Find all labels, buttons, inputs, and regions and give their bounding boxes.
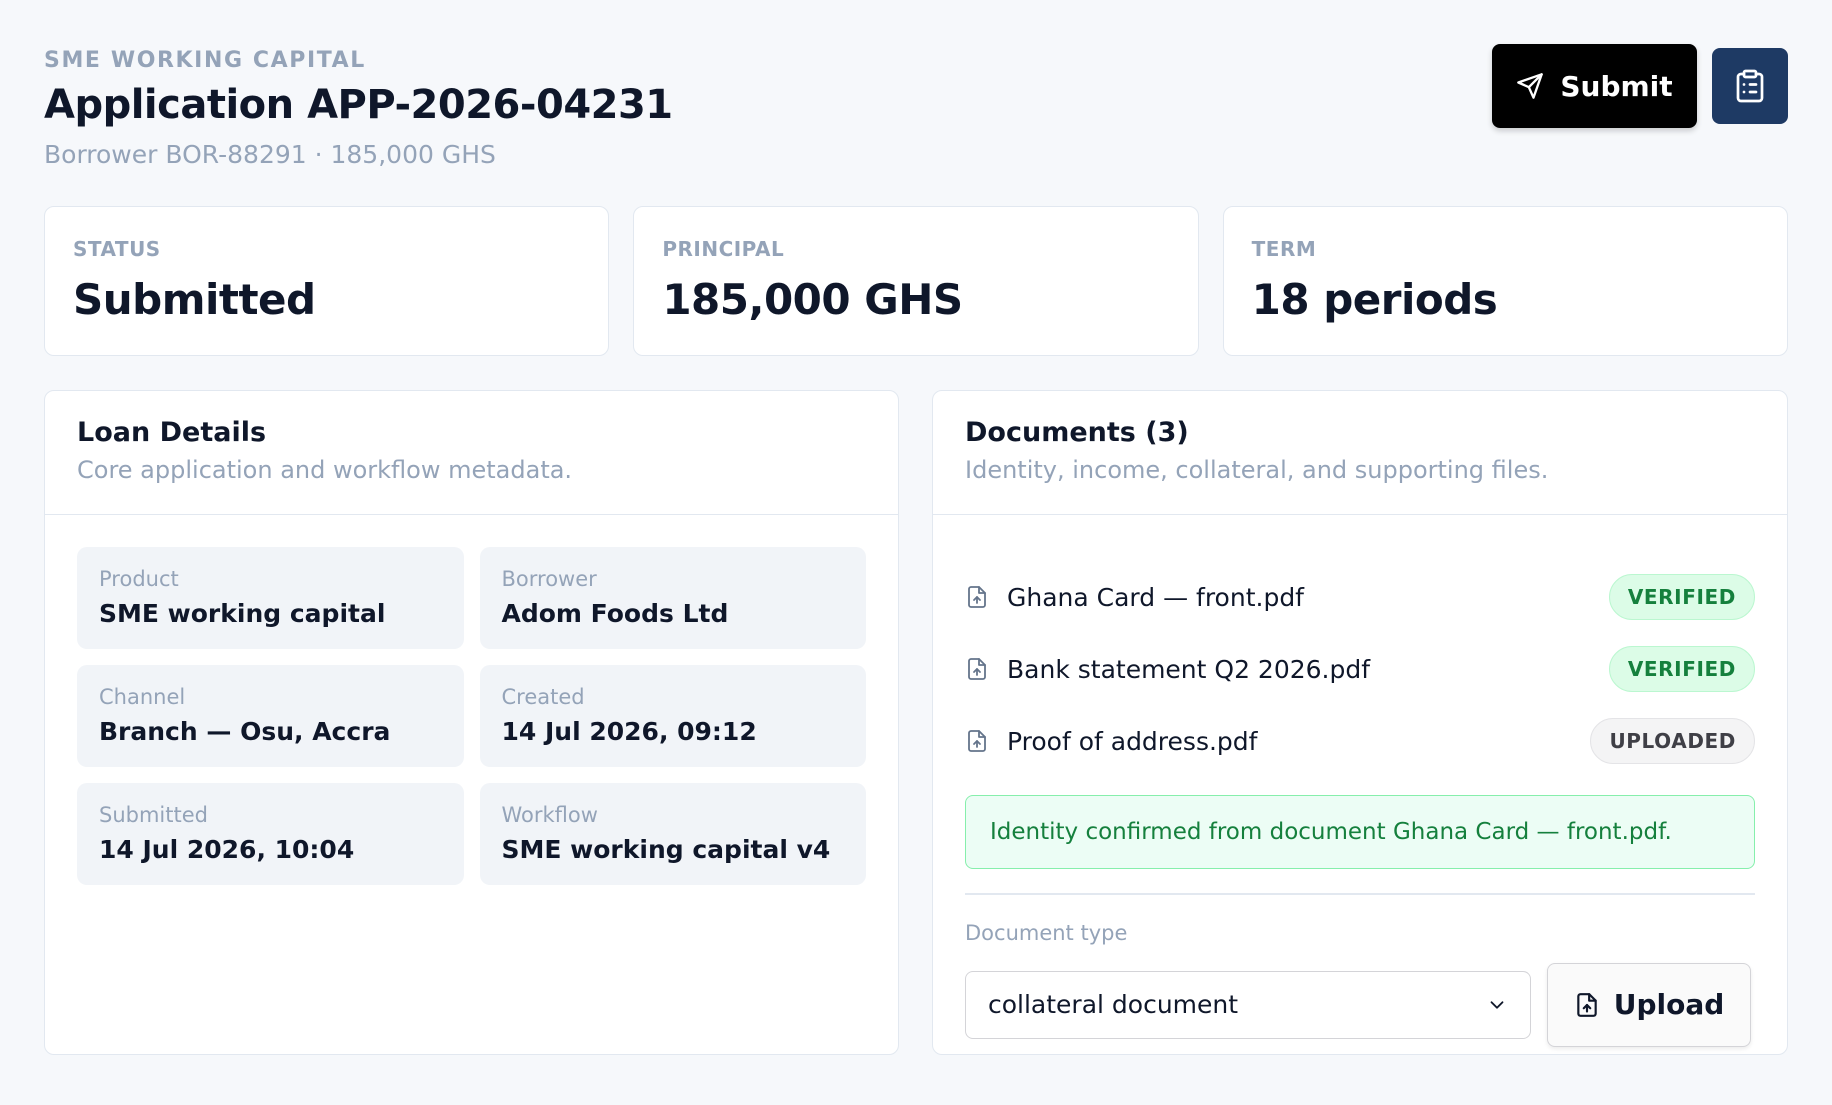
upload-row: collateral document Upload bbox=[965, 962, 1755, 1047]
document-type-value: collateral document bbox=[988, 990, 1239, 1019]
submit-button[interactable]: Submit bbox=[1492, 44, 1697, 128]
summary-stats: STATUS Submitted PRINCIPAL 185,000 GHS T… bbox=[44, 206, 1788, 356]
upload-button-label: Upload bbox=[1613, 988, 1725, 1021]
identity-notice: Identity confirmed from document Ghana C… bbox=[965, 795, 1755, 869]
panel-header: Documents (3) Identity, income, collater… bbox=[933, 391, 1787, 515]
stat-label: STATUS bbox=[73, 237, 161, 261]
documents-list: Ghana Card — front.pdf VERIFIED Bank sta… bbox=[933, 515, 1787, 1047]
chevron-down-icon bbox=[1486, 994, 1508, 1016]
detail-label: Workflow bbox=[501, 803, 598, 827]
document-item[interactable]: Proof of address.pdf UPLOADED bbox=[965, 705, 1755, 777]
send-icon bbox=[1516, 72, 1544, 100]
file-upload-icon bbox=[965, 728, 991, 754]
stat-value: 185,000 GHS bbox=[662, 275, 963, 324]
detail-value: Branch — Osu, Accra bbox=[99, 717, 391, 746]
details-grid: Product SME working capital Borrower Ado… bbox=[45, 515, 898, 917]
page-header: SME WORKING CAPITAL Application APP-2026… bbox=[44, 44, 1788, 184]
document-item[interactable]: Bank statement Q2 2026.pdf VERIFIED bbox=[965, 633, 1755, 705]
documents-panel: Documents (3) Identity, income, collater… bbox=[932, 390, 1788, 1055]
file-upload-icon bbox=[965, 584, 991, 610]
detail-value: SME working capital v4 bbox=[501, 835, 831, 864]
file-upload-icon bbox=[1574, 992, 1600, 1018]
stat-card-term: TERM 18 periods bbox=[1222, 206, 1788, 356]
document-type-label: Document type bbox=[965, 920, 1128, 945]
stat-label: PRINCIPAL bbox=[662, 237, 785, 261]
status-badge: VERIFIED bbox=[1608, 646, 1755, 692]
detail-value: SME working capital bbox=[99, 599, 386, 628]
detail-label: Created bbox=[501, 685, 585, 709]
detail-channel: Channel Branch — Osu, Accra bbox=[77, 665, 464, 767]
clipboard-list-icon bbox=[1732, 68, 1768, 104]
clipboard-button[interactable] bbox=[1712, 48, 1788, 124]
page-title: Application APP-2026-04231 bbox=[44, 82, 673, 128]
detail-label: Submitted bbox=[99, 803, 208, 827]
stat-card-status: STATUS Submitted bbox=[44, 206, 610, 356]
product-eyebrow: SME WORKING CAPITAL bbox=[44, 48, 366, 73]
detail-submitted: Submitted 14 Jul 2026, 10:04 bbox=[77, 783, 464, 885]
panel-header: Loan Details Core application and workfl… bbox=[45, 391, 898, 515]
submit-button-label: Submit bbox=[1560, 69, 1673, 103]
detail-product: Product SME working capital bbox=[77, 547, 464, 649]
detail-created: Created 14 Jul 2026, 09:12 bbox=[479, 665, 866, 767]
status-badge: VERIFIED bbox=[1608, 574, 1755, 620]
stat-card-principal: PRINCIPAL 185,000 GHS bbox=[633, 206, 1199, 356]
detail-label: Borrower bbox=[501, 567, 597, 591]
upload-button[interactable]: Upload bbox=[1547, 962, 1751, 1047]
detail-borrower: Borrower Adom Foods Ltd bbox=[479, 547, 866, 649]
page-subtitle: Borrower BOR-88291 · 185,000 GHS bbox=[44, 140, 496, 169]
divider bbox=[965, 893, 1755, 895]
detail-value: 14 Jul 2026, 09:12 bbox=[501, 717, 757, 746]
detail-workflow: Workflow SME working capital v4 bbox=[479, 783, 866, 885]
stat-value: Submitted bbox=[73, 275, 316, 324]
document-name: Ghana Card — front.pdf bbox=[1007, 582, 1304, 612]
stat-value: 18 periods bbox=[1251, 275, 1498, 324]
detail-value: 14 Jul 2026, 10:04 bbox=[99, 835, 355, 864]
panel-title: Loan Details bbox=[77, 417, 267, 448]
application-page: SME WORKING CAPITAL Application APP-2026… bbox=[0, 0, 1832, 1105]
detail-value: Adom Foods Ltd bbox=[501, 599, 729, 628]
loan-details-panel: Loan Details Core application and workfl… bbox=[44, 390, 899, 1055]
status-badge: UPLOADED bbox=[1590, 718, 1755, 764]
detail-label: Channel bbox=[99, 685, 186, 709]
document-type-select[interactable]: collateral document bbox=[965, 970, 1531, 1039]
panel-title: Documents (3) bbox=[965, 417, 1189, 448]
panel-description: Core application and workflow metadata. bbox=[77, 456, 573, 484]
document-name: Bank statement Q2 2026.pdf bbox=[1007, 654, 1371, 684]
file-upload-icon bbox=[965, 656, 991, 682]
stat-label: TERM bbox=[1251, 237, 1317, 261]
panel-description: Identity, income, collateral, and suppor… bbox=[965, 456, 1549, 484]
document-name: Proof of address.pdf bbox=[1007, 726, 1258, 756]
detail-label: Product bbox=[99, 567, 179, 591]
document-item[interactable]: Ghana Card — front.pdf VERIFIED bbox=[965, 561, 1755, 633]
